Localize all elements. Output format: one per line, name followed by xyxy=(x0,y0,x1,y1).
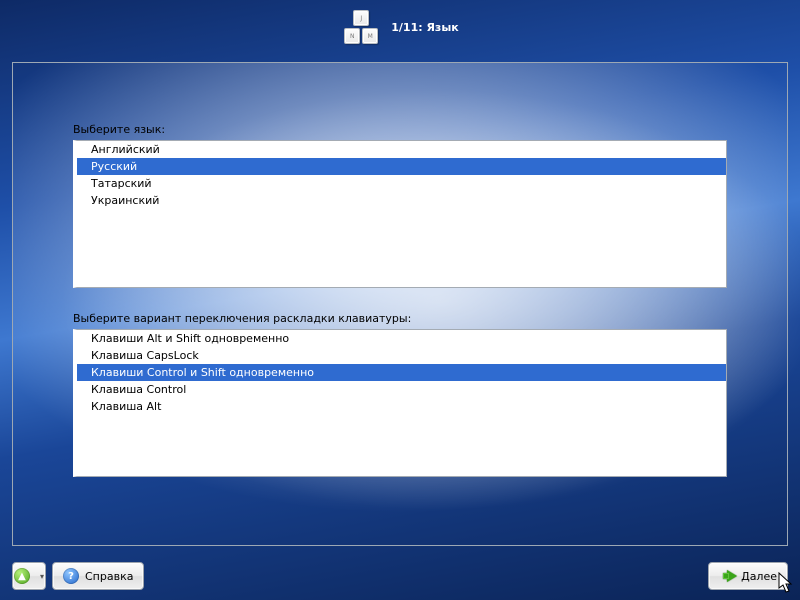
main-panel: Выберите язык: АнглийскийРусскийТатарски… xyxy=(12,62,788,546)
layout-label: Выберите вариант переключения раскладки … xyxy=(73,312,727,325)
help-button[interactable]: ? Справка xyxy=(52,562,144,590)
up-arrow-icon: ▲ xyxy=(14,568,30,584)
chevron-down-icon: ▾ xyxy=(40,572,44,581)
key-j: J xyxy=(353,10,369,26)
layout-item[interactable]: Клавиша Alt xyxy=(77,398,726,415)
key-m: M xyxy=(362,28,378,44)
layout-item[interactable]: Клавиши Control и Shift одновременно xyxy=(77,364,726,381)
language-group: Выберите язык: АнглийскийРусскийТатарски… xyxy=(73,123,727,288)
layout-item[interactable]: Клавиша CapsLock xyxy=(77,347,726,364)
key-n: N xyxy=(344,28,360,44)
help-icon: ? xyxy=(63,568,79,584)
keyboard-icon: J N M xyxy=(341,10,381,46)
layout-listbox[interactable]: Клавиши Alt и Shift одновременноКлавиша … xyxy=(73,329,727,477)
language-item[interactable]: Украинский xyxy=(77,192,726,209)
next-button-label: Далее xyxy=(741,570,777,583)
layout-item[interactable]: Клавиши Alt и Shift одновременно xyxy=(77,330,726,347)
footer: ▲ ▾ ? Справка Далее xyxy=(12,562,788,590)
language-item[interactable]: Татарский xyxy=(77,175,726,192)
language-item[interactable]: Английский xyxy=(77,141,726,158)
language-label: Выберите язык: xyxy=(73,123,727,136)
language-listbox[interactable]: АнглийскийРусскийТатарскийУкраинский xyxy=(73,140,727,288)
help-button-label: Справка xyxy=(85,570,133,583)
next-button[interactable]: Далее xyxy=(708,562,788,590)
layout-item[interactable]: Клавиша Control xyxy=(77,381,726,398)
layout-group: Выберите вариант переключения раскладки … xyxy=(73,312,727,477)
extras-menu-button[interactable]: ▲ ▾ xyxy=(12,562,46,590)
step-title: 1/11: Язык xyxy=(391,21,458,34)
language-item[interactable]: Русский xyxy=(77,158,726,175)
arrow-right-icon xyxy=(727,570,737,582)
mouse-cursor xyxy=(778,572,794,594)
